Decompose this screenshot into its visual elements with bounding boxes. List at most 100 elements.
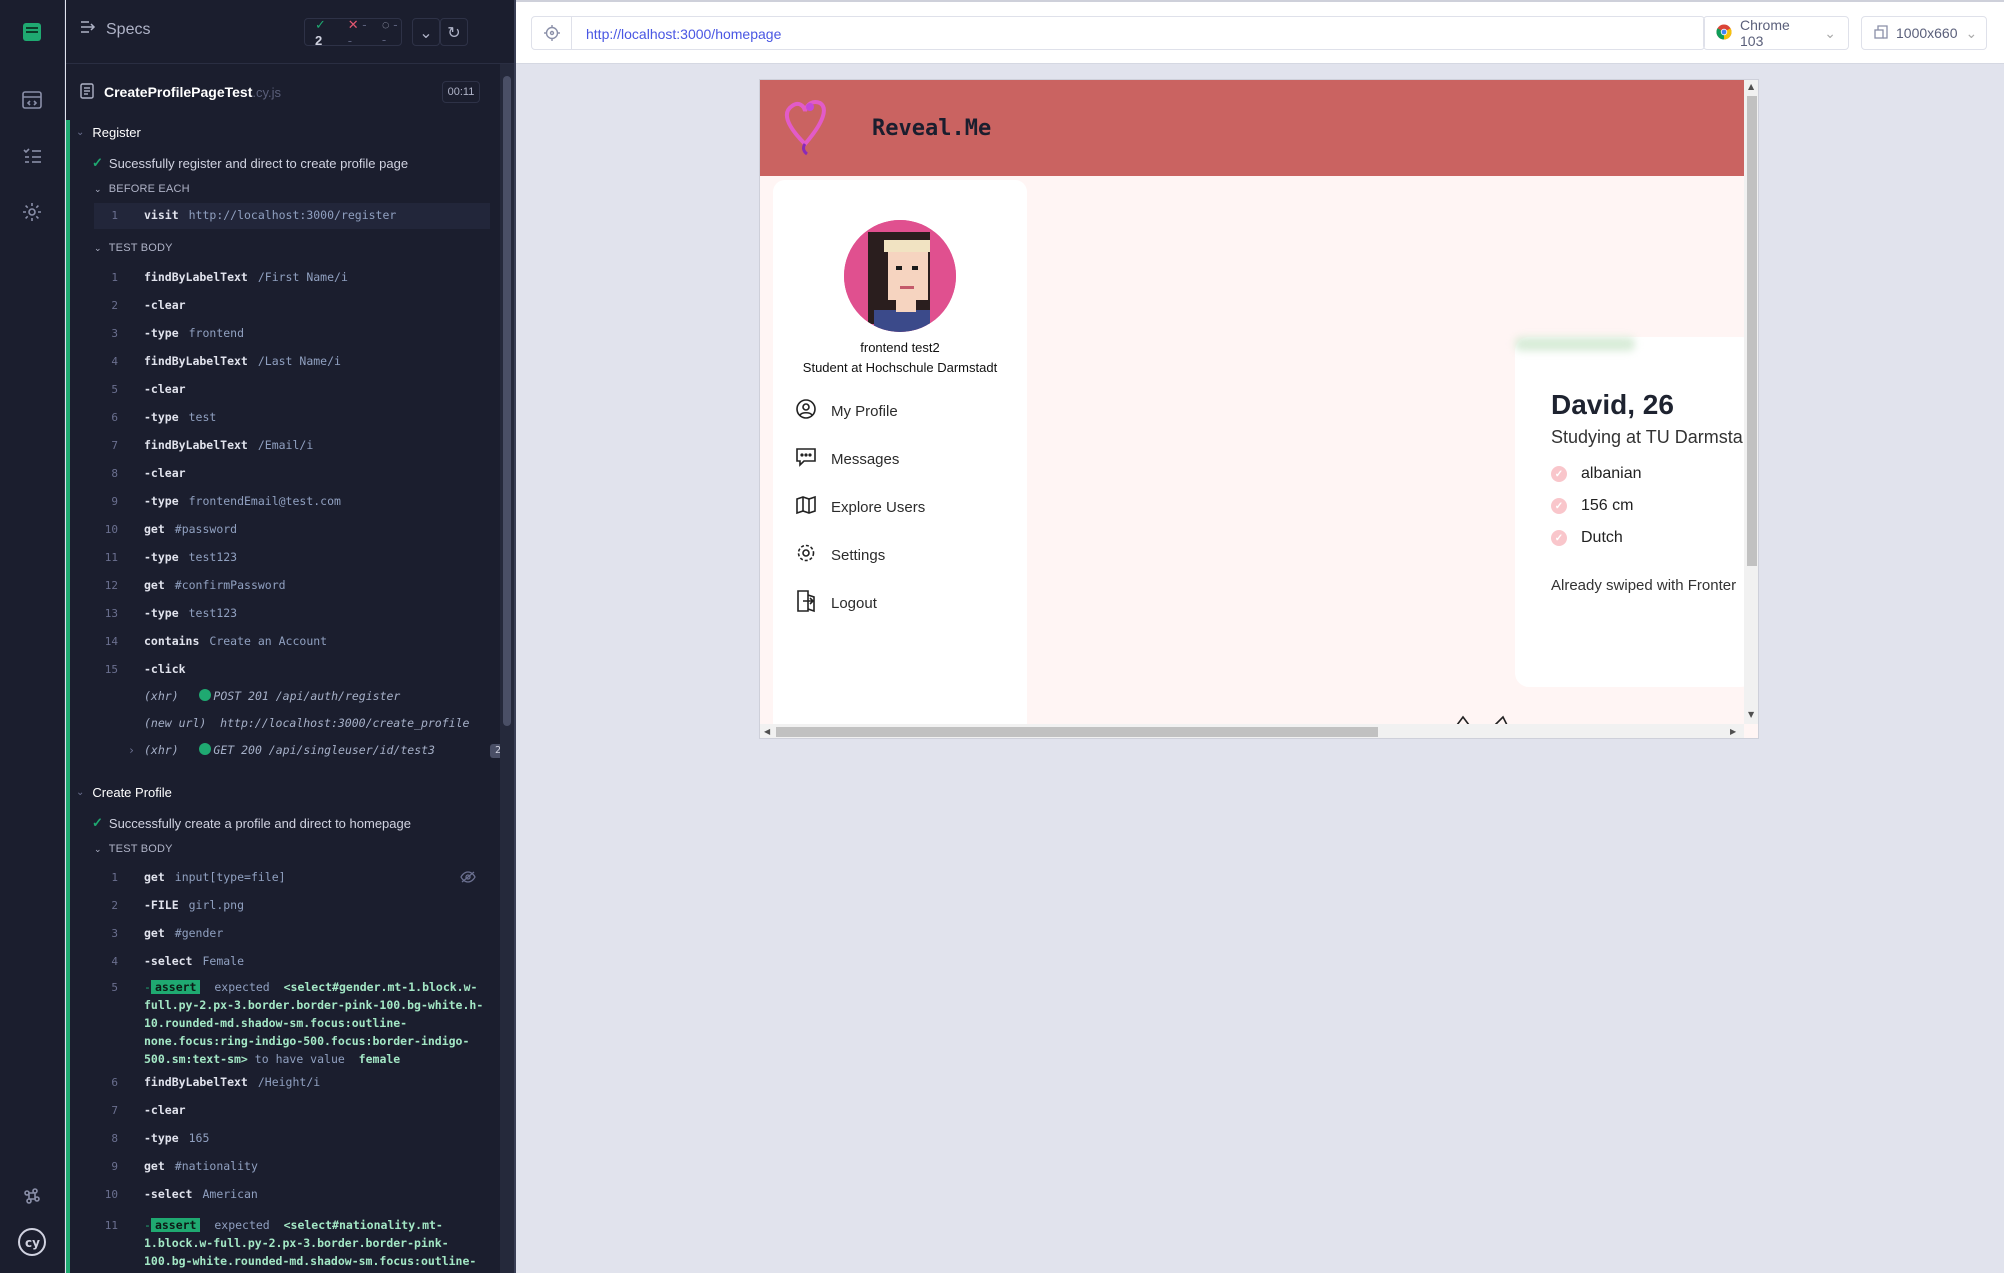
avatar[interactable] [844,220,956,332]
command-row[interactable]: 4 -select Female [94,949,490,975]
reporter-header: Specs ✓ 2 ✕ -- ◌ -- ⌄ ↻ [66,0,514,64]
command-row[interactable]: 6 -type test [94,405,490,431]
command-row[interactable]: 7 -clear [94,1098,490,1124]
card-blurred-banner [1515,337,1635,351]
command-row[interactable]: 11 -type test123 [94,545,490,571]
command-name: visit http://localhost:3000/register [144,208,397,222]
hidden-eye-icon [460,868,476,887]
new-url-row[interactable]: (new url) http://localhost:3000/create_p… [94,711,490,737]
command-row[interactable]: 8 -type 165 [94,1126,490,1152]
logout-door-icon [795,589,817,617]
attribute-text: albanian [1581,465,1642,482]
xhr-log-row[interactable]: (xhr) POST 201 /api/auth/register [94,684,490,710]
check-circle-icon: ✓ [1551,498,1567,514]
aut-horizontal-scrollbar[interactable]: ◀ ▶ [760,724,1744,738]
command-row[interactable]: 5 -clear [94,377,490,403]
command-row[interactable]: 10 get #password [94,517,490,543]
test-title-create-profile[interactable]: ✓ Successfully create a profile and dire… [92,815,411,831]
panel-resize-handle[interactable] [514,0,516,1273]
command-row[interactable]: 2 -clear [94,293,490,319]
hook-label: TEST BODY [108,843,173,855]
suite-title-register[interactable]: ⌄ Register [76,125,141,140]
command-row[interactable]: 3 -type frontend [94,321,490,347]
test-title-text: Successfully create a profile and direct… [108,815,411,831]
nav-messages[interactable]: Messages [795,445,899,473]
app-title[interactable]: Reveal.Me [872,116,991,141]
runs-icon[interactable] [16,84,48,116]
aut-vertical-scrollbar[interactable]: ▲ ▼ [1744,80,1758,724]
command-name: -select American [144,1187,258,1201]
scroll-up-arrow-icon[interactable]: ▲ [1748,82,1754,91]
nav-my-profile[interactable]: My Profile [795,397,898,425]
new-url-log: (new url) http://localhost:3000/create_p… [144,716,470,730]
command-name: get #password [144,522,238,536]
cypress-logo-icon[interactable]: cy [16,1226,48,1258]
scroll-left-arrow-icon[interactable]: ◀ [764,727,770,736]
command-row[interactable]: 9 -type frontendEmail@test.com [94,489,490,515]
settings-gear-icon[interactable] [16,196,48,228]
card-swiped-note: Already swiped with Fronter [1551,577,1737,594]
command-name: findByLabelText/Height/i [144,1075,321,1089]
app-header: Reveal.Me [760,80,1744,176]
url-text[interactable]: http://localhost:3000/homepage [586,26,781,42]
passed-count: ✓ 2 [315,16,326,48]
user-swipe-card[interactable]: David, 26 Studying at TU Darmsta ✓ alban… [1515,337,1755,687]
command-row[interactable]: 6 findByLabelText/Height/i [94,1070,490,1096]
url-bar[interactable]: http://localhost:3000/homepage [531,16,1705,50]
command-name: get #confirmPassword [144,578,286,592]
spec-file-name: CreateProfilePageTest.cy.js [104,84,282,100]
command-name: -click [144,662,186,676]
nav-label: Explore Users [831,498,926,516]
command-number: 7 [111,1104,118,1117]
cypress-app-icon[interactable] [16,16,48,48]
scroll-down-arrow-icon[interactable]: ▼ [1748,710,1754,719]
collapse-all-button[interactable]: ⌄ [412,18,440,46]
card-attribute: ✓ 156 cm [1551,497,1633,515]
command-row[interactable]: 7 findByLabelText/Email/i [94,433,490,459]
viewport-selector[interactable]: 1000x660 ⌄ [1861,16,1987,50]
nav-logout[interactable]: Logout [795,589,877,617]
command-row[interactable]: 10 -select American [94,1182,490,1208]
reporter-scrollbar[interactable] [500,64,514,1273]
scroll-right-arrow-icon[interactable]: ▶ [1730,727,1736,736]
command-row[interactable]: 1 visit http://localhost:3000/register [94,203,490,229]
command-row[interactable]: 4 findByLabelText/Last Name/i [94,349,490,375]
hook-test-body[interactable]: ⌄ TEST BODY [94,843,173,855]
nav-label: Messages [831,450,900,468]
command-row[interactable]: 1 get input[type=file] [94,865,490,891]
command-name: get #gender [144,926,224,940]
command-row[interactable]: 14 contains Create an Account [94,629,490,655]
nav-settings[interactable]: Settings [795,541,885,569]
chevron-down-icon: ⌄ [1824,24,1836,41]
hook-before-each[interactable]: ⌄ BEFORE EACH [94,183,190,195]
keyboard-shortcuts-icon[interactable] [16,1180,48,1212]
browser-selector[interactable]: Chrome 103 ⌄ [1703,16,1849,50]
hook-test-body[interactable]: ⌄ TEST BODY [94,242,173,254]
nav-explore-users[interactable]: Explore Users [795,493,925,521]
selector-playground-icon[interactable] [532,17,572,49]
command-row[interactable]: 12 get #confirmPassword [94,573,490,599]
command-row[interactable]: 9 get #nationality [94,1154,490,1180]
scrollbar-thumb[interactable] [503,76,511,726]
command-number: 9 [111,1160,118,1173]
command-row[interactable]: 2 -FILE girl.png [94,893,490,919]
specs-list-icon[interactable] [16,140,48,172]
command-row[interactable]: 15 -click [94,657,490,683]
command-number: 15 [104,663,118,676]
heart-logo-icon[interactable] [780,94,830,162]
xhr-log-row[interactable]: › (xhr) GET 200 /api/singleuser/id/test3… [94,738,506,764]
command-row[interactable]: 13 -type test123 [94,601,490,627]
test-title-register[interactable]: ✓ Sucessfully register and direct to cre… [92,155,408,171]
rerun-button[interactable]: ↻ [440,18,468,46]
command-name: findByLabelText/First Name/i [144,270,348,284]
command-row[interactable]: 3 get #gender [94,921,490,947]
specs-toggle[interactable]: Specs [80,20,150,39]
command-name: -clear [144,1103,186,1117]
command-name: contains Create an Account [144,634,328,648]
scrollbar-thumb[interactable] [1747,96,1757,566]
scrollbar-thumb[interactable] [776,727,1378,737]
suite-title-create-profile[interactable]: ⌄ Create Profile [76,785,172,800]
command-row[interactable]: 1 findByLabelText/First Name/i [94,265,490,291]
command-row[interactable]: 8 -clear [94,461,490,487]
command-number: 7 [111,439,118,452]
